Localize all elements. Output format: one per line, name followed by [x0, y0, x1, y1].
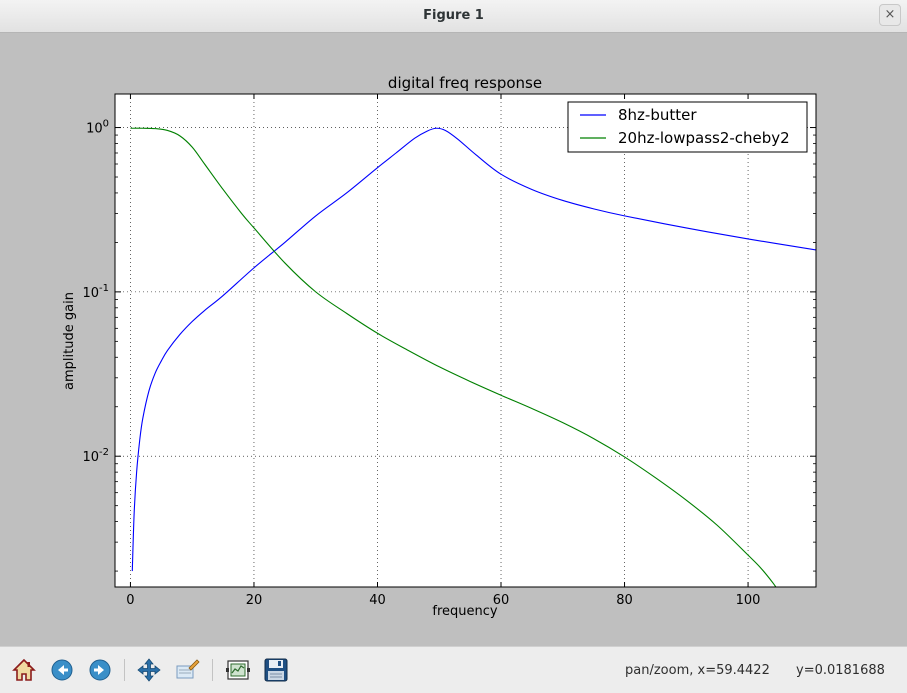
home-icon [12, 658, 36, 681]
x-tick-label: 80 [616, 593, 633, 608]
legend: 8hz-butter 20hz-lowpass2-cheby2 [567, 101, 808, 153]
y-tick-label: 10-1 [82, 283, 109, 301]
x-tick-label: 100 [736, 593, 761, 608]
y-tick-label: 10-2 [82, 447, 109, 465]
toolbar-separator [124, 659, 125, 681]
legend-label-8hz-butter: 8hz-butter [618, 106, 697, 124]
zoom-button[interactable] [174, 657, 200, 683]
chart[interactable]: 0 20 40 60 80 100 10-210-1100 digital freq re… [0, 33, 907, 646]
pan-button[interactable] [136, 657, 162, 683]
navigation-toolbar: pan/zoom, x=59.4422 y=0.0181688 [0, 646, 907, 693]
forward-arrow-icon [89, 659, 111, 681]
legend-label-20hz-lowpass2-cheby2: 20hz-lowpass2-cheby2 [618, 129, 790, 147]
back-button[interactable] [49, 657, 75, 683]
x-tick-label: 40 [369, 593, 386, 608]
status-coordinates-x: pan/zoom, x=59.4422 [625, 663, 770, 678]
chart-title: digital freq response [388, 74, 542, 92]
save-button[interactable] [263, 657, 289, 683]
toolbar-separator [212, 659, 213, 681]
y-tick-labels: 10-2 10-1 100 [82, 119, 109, 466]
zoom-rect-icon [176, 659, 200, 679]
window-title: Figure 1 [423, 8, 484, 23]
save-floppy-icon [264, 658, 288, 682]
pan-move-icon [137, 658, 161, 682]
subplots-config-icon [226, 660, 250, 680]
window-titlebar: Figure 1 × [0, 0, 907, 33]
y-axis-label: amplitude gain [62, 292, 77, 390]
x-axis-label: frequency [432, 604, 498, 619]
status-coordinates-y: y=0.0181688 [796, 663, 885, 678]
subplots-button[interactable] [225, 657, 251, 683]
x-tick-label: 20 [246, 593, 263, 608]
axes-background [115, 94, 816, 587]
home-button[interactable] [11, 657, 37, 683]
x-tick-label: 0 [126, 593, 134, 608]
back-arrow-icon [51, 659, 73, 681]
close-button[interactable]: × [879, 4, 901, 26]
y-tick-label: 100 [86, 119, 109, 137]
forward-button[interactable] [87, 657, 113, 683]
